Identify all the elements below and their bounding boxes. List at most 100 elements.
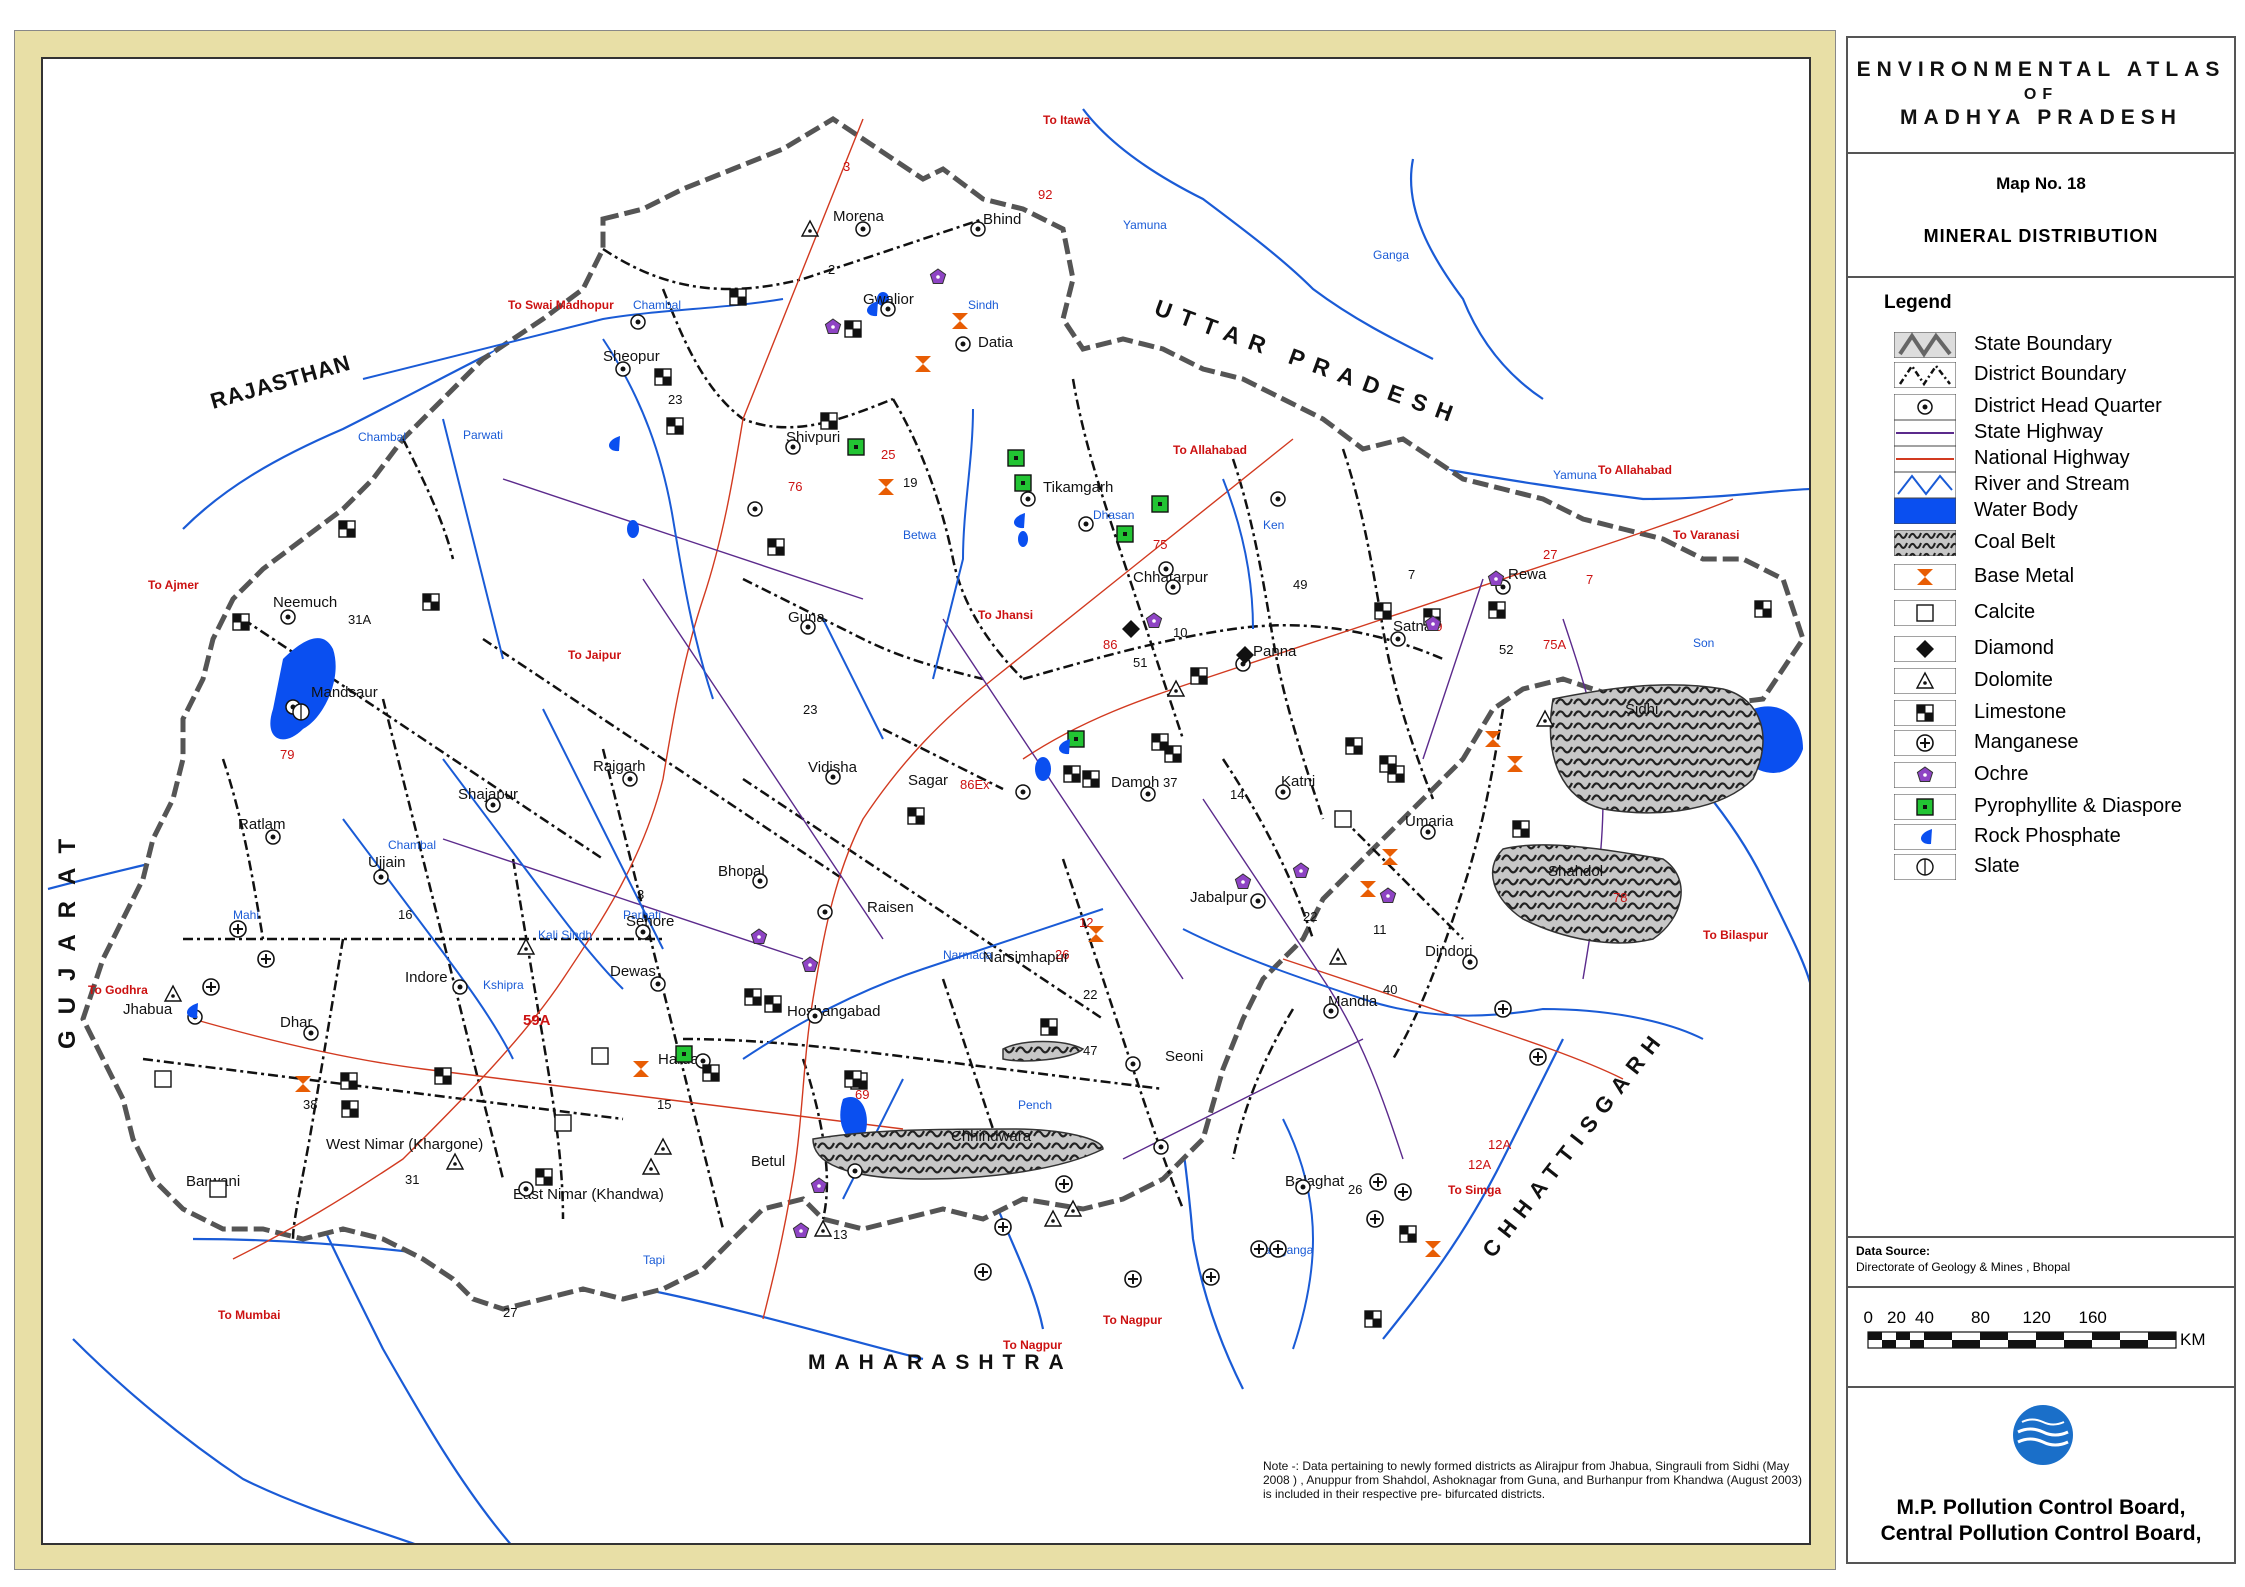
district-label: Hoshangabad	[787, 1003, 880, 1020]
hw-num: 27	[1543, 547, 1557, 562]
legend-item: Coal Belt	[1894, 528, 2224, 558]
legend-label: Water Body	[1974, 499, 2078, 521]
limestone-symbol	[654, 368, 672, 386]
legend-title: Legend	[1884, 292, 1952, 313]
legend-item: Calcite	[1894, 598, 2224, 628]
hq-symbol	[1275, 784, 1291, 800]
calcite-symbol	[1334, 810, 1352, 828]
atlas-title-line3: MADHYA PRADESH	[1900, 106, 2182, 129]
hw-num: 19	[903, 475, 917, 490]
map-title-block: Map No. 18 MINERAL DISTRIBUTION	[1848, 154, 2234, 278]
manganese-symbol	[1394, 1183, 1412, 1201]
base-symbol	[1382, 849, 1398, 865]
org-line-1: M.P. Pollution Control Board,	[1896, 1496, 2186, 1519]
hq-symbol	[622, 771, 638, 787]
limestone-symbol	[1364, 1310, 1382, 1328]
legend-label: Coal Belt	[1974, 531, 2056, 553]
river-label: Yamuna	[1553, 468, 1597, 482]
limestone-symbol	[1374, 602, 1392, 620]
hq-symbol	[1015, 784, 1031, 800]
pyrophyllite-icon	[1894, 794, 1956, 820]
hw-num: 76	[788, 479, 802, 494]
manganese-symbol	[1269, 1240, 1287, 1258]
pyro-symbol	[847, 438, 865, 456]
map-note: Note -: Data pertaining to newly formed …	[1263, 1459, 1802, 1501]
hw-num: 2	[828, 262, 835, 277]
manganese-symbol	[257, 950, 275, 968]
hq-symbol	[650, 976, 666, 992]
slate-icon	[1894, 854, 1956, 880]
manganese-symbol	[1202, 1268, 1220, 1286]
legend-label: Limestone	[1974, 701, 2067, 723]
district-label: Seoni	[1165, 1048, 1203, 1065]
manganese-symbol	[1055, 1175, 1073, 1193]
legend-label: Ochre	[1974, 763, 2029, 785]
hq-symbol	[518, 1181, 534, 1197]
manganese-symbol	[1124, 1270, 1142, 1288]
hw-num: 12A	[1468, 1157, 1491, 1172]
hq-symbol	[373, 869, 389, 885]
district-label: Datia	[978, 334, 1014, 351]
neighbor-label: RAJASTHAN	[207, 350, 353, 414]
org-block: M.P. Pollution Control Board, Central Po…	[1848, 1388, 2234, 1564]
river-label: Tapi	[643, 1253, 665, 1267]
dest-label: To Itawa	[1043, 113, 1090, 127]
legend-label: Pyrophyllite & Diaspore	[1974, 795, 2182, 817]
legend-label: Slate	[1974, 855, 2020, 877]
hq-symbol	[630, 314, 646, 330]
hw-num: 11	[1373, 922, 1387, 937]
district-label: Morena	[833, 208, 885, 225]
rock-phosphate-icon	[1894, 824, 1956, 850]
district-label: Mandsaur	[311, 684, 378, 701]
dolomite-symbol	[1328, 947, 1348, 965]
data-source-heading: Data Source:	[1856, 1244, 1931, 1258]
cpcb-logo-icon	[2013, 1405, 2073, 1465]
district-label: Sheopur	[603, 348, 660, 365]
river-label: Betwa	[903, 528, 937, 542]
river-label: Pench	[1018, 1098, 1052, 1112]
district-label: Raisen	[867, 899, 914, 916]
legend-item: Slate	[1894, 852, 2224, 882]
pyro-symbol	[1067, 730, 1085, 748]
scale-tick-label: 80	[1971, 1308, 1990, 1327]
hw-num: 78	[1613, 890, 1627, 905]
hw-num: 31	[405, 1172, 419, 1187]
state-boundary-icon	[1894, 332, 1956, 358]
hq-symbol	[1295, 1179, 1311, 1195]
limestone-symbol	[1063, 765, 1081, 783]
district-label: Sidhi	[1625, 701, 1658, 718]
hq-symbol	[1165, 579, 1181, 595]
scale-bar: 0 20 40 80 120 160 KM	[1864, 1308, 2206, 1349]
hw-num: 86Ex	[960, 777, 990, 792]
dest-label: To Jhansi	[978, 608, 1033, 622]
limestone-symbol	[1488, 601, 1506, 619]
dest-label: To Nagpur	[1003, 1338, 1062, 1352]
hw-num: 12A	[1488, 1137, 1511, 1152]
hw-num: 37	[1163, 775, 1177, 790]
hw-num: 7	[1408, 567, 1415, 582]
limestone-symbol	[422, 593, 440, 611]
calcite-symbol	[554, 1114, 572, 1132]
national-highway-icon	[1894, 446, 1956, 472]
hq-symbol	[855, 221, 871, 237]
legend-item: State Boundary	[1894, 330, 2224, 360]
hq-symbol	[752, 873, 768, 889]
base-symbol	[1425, 1241, 1441, 1257]
river-label: Kshipra	[483, 978, 524, 992]
scale-tick-label: 160	[2079, 1308, 2107, 1327]
map-title: MINERAL DISTRIBUTION	[1923, 226, 2159, 246]
map-frame: To Itawa To Swai Madhopur To Allahabad T…	[14, 30, 1836, 1570]
pyro-symbol	[1116, 525, 1134, 543]
hw-num: 75	[1153, 537, 1167, 552]
calcite-symbol	[154, 1070, 172, 1088]
hw-num: 13	[833, 1227, 847, 1242]
district-label: East Nimar (Khandwa)	[513, 1186, 664, 1203]
base-symbol	[1360, 881, 1376, 897]
hq-symbol	[1125, 1056, 1141, 1072]
hw-num: 92	[1038, 187, 1052, 202]
district-label: Shahdol	[1548, 863, 1603, 880]
hw-num: 79	[280, 747, 294, 762]
hq-symbol	[1323, 1003, 1339, 1019]
legend-label: District Head Quarter	[1974, 395, 2162, 417]
dest-label: To Ajmer	[148, 578, 199, 592]
